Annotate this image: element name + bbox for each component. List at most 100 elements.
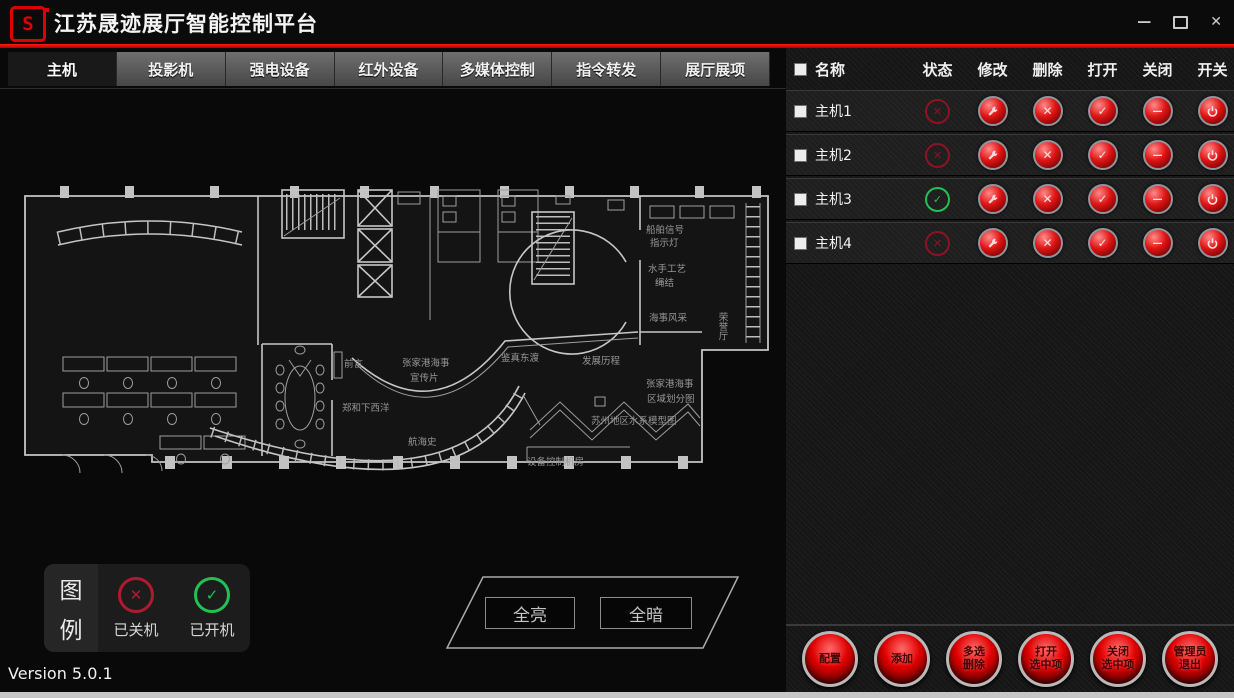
wrench-icon xyxy=(986,105,999,118)
close-icon[interactable]: ✕ xyxy=(1210,15,1222,29)
tab-multimedia-control[interactable]: 多媒体控制 xyxy=(443,52,552,86)
all-bright-button[interactable]: 全亮 xyxy=(485,597,575,629)
tab-bar: 主机 投影机 强电设备 红外设备 多媒体控制 指令转发 展厅展项 xyxy=(8,52,770,86)
close-button[interactable] xyxy=(1143,184,1173,214)
open-button[interactable] xyxy=(1088,184,1118,214)
tab-command-forward[interactable]: 指令转发 xyxy=(552,52,661,86)
device-name: 主机4 xyxy=(815,233,852,253)
maximize-icon[interactable] xyxy=(1173,16,1188,29)
power-icon xyxy=(1206,193,1219,206)
power-button[interactable] xyxy=(1198,140,1228,170)
tab-power-devices[interactable]: 强电设备 xyxy=(226,52,335,86)
legend-title-char2: 例 xyxy=(60,611,83,645)
label-development-history: 发展历程 xyxy=(582,355,621,367)
table-row[interactable]: 主机3 xyxy=(786,178,1234,220)
label-ship-signal: 船舶信号 xyxy=(646,224,684,236)
label-zjg-maritime: 张家港海事 xyxy=(402,357,450,369)
label-zjg-maritime-2: 张家港海事 xyxy=(646,378,694,390)
power-button[interactable] xyxy=(1198,228,1228,258)
label-control-room: 设备控制机房 xyxy=(527,456,584,468)
delete-button[interactable] xyxy=(1033,184,1063,214)
row-checkbox[interactable] xyxy=(794,105,807,118)
title-bar: S 江苏晟迹展厅智能控制平台 — ✕ xyxy=(0,0,1234,44)
action-bar: 配置 添加 多选 删除 打开 选中项 关闭 选中项 管理员 退出 xyxy=(786,624,1234,692)
delete-button[interactable] xyxy=(1033,96,1063,126)
open-button[interactable] xyxy=(1088,96,1118,126)
button-label: 配置 xyxy=(819,653,841,666)
label-zone-map: 区域划分图 xyxy=(647,393,695,405)
power-icon xyxy=(1206,237,1219,250)
app-window: S 江苏晟迹展厅智能控制平台 — ✕ 主机 投影机 强电设备 红外设备 多媒体控… xyxy=(0,0,1234,698)
legend-title: 图 例 xyxy=(44,564,98,652)
delete-button[interactable] xyxy=(1033,228,1063,258)
delete-button[interactable] xyxy=(1033,140,1063,170)
window-controls: — ✕ xyxy=(1137,0,1222,44)
legend: 图 例 已关机 已开机 xyxy=(44,564,250,652)
powered-on-icon xyxy=(194,577,230,613)
label-indicator-light: 指示灯 xyxy=(650,237,679,249)
close-button[interactable] xyxy=(1143,96,1173,126)
status-icon xyxy=(925,143,950,168)
tab-infrared-devices[interactable]: 红外设备 xyxy=(335,52,444,86)
close-button[interactable] xyxy=(1143,228,1173,258)
device-panel: 名称 状态 修改 删除 打开 关闭 开关 主机1 xyxy=(786,48,1234,692)
table-row[interactable]: 主机2 xyxy=(786,134,1234,176)
power-button[interactable] xyxy=(1198,96,1228,126)
status-icon xyxy=(925,187,950,212)
column-delete: 删除 xyxy=(1020,59,1075,80)
status-icon xyxy=(925,99,950,124)
column-power: 开关 xyxy=(1185,59,1234,80)
open-button[interactable] xyxy=(1088,140,1118,170)
multi-delete-button[interactable]: 多选 删除 xyxy=(946,631,1002,687)
label-sailor-craft: 水手工艺 xyxy=(648,263,686,275)
device-name: 主机3 xyxy=(815,189,852,209)
legend-title-char1: 图 xyxy=(60,571,83,605)
all-dark-button[interactable]: 全暗 xyxy=(600,597,692,629)
power-button[interactable] xyxy=(1198,184,1228,214)
table-row[interactable]: 主机1 xyxy=(786,90,1234,132)
column-name: 名称 xyxy=(815,59,845,80)
close-button[interactable] xyxy=(1143,140,1173,170)
open-selected-button[interactable]: 打开 选中项 xyxy=(1018,631,1074,687)
edit-button[interactable] xyxy=(978,96,1008,126)
close-selected-button[interactable]: 关闭 选中项 xyxy=(1090,631,1146,687)
button-label: 选中项 xyxy=(1102,659,1135,672)
window-bottom-border xyxy=(0,692,1234,698)
wrench-icon xyxy=(986,193,999,206)
button-label: 选中项 xyxy=(1030,659,1063,672)
legend-item-off: 已关机 xyxy=(98,577,174,640)
button-label: 删除 xyxy=(963,659,985,672)
table-header: 名称 状态 修改 删除 打开 关闭 开关 xyxy=(786,48,1234,90)
legend-item-on: 已开机 xyxy=(174,577,250,640)
device-name: 主机1 xyxy=(815,101,852,121)
table-row[interactable]: 主机4 xyxy=(786,222,1234,264)
column-status: 状态 xyxy=(910,59,965,80)
power-icon xyxy=(1206,105,1219,118)
button-label: 退出 xyxy=(1179,659,1201,672)
door-arcs xyxy=(62,455,162,473)
tab-host[interactable]: 主机 xyxy=(8,52,117,86)
wrench-icon xyxy=(986,149,999,162)
row-checkbox[interactable] xyxy=(794,149,807,162)
column-edit: 修改 xyxy=(965,59,1020,80)
powered-off-icon xyxy=(118,577,154,613)
minimize-icon[interactable]: — xyxy=(1137,15,1151,29)
row-checkbox[interactable] xyxy=(794,193,807,206)
label-honor-hall: 荣誉厅 xyxy=(717,311,729,340)
edit-button[interactable] xyxy=(978,228,1008,258)
add-button[interactable]: 添加 xyxy=(874,631,930,687)
edit-button[interactable] xyxy=(978,140,1008,170)
admin-logout-button[interactable]: 管理员 退出 xyxy=(1162,631,1218,687)
tab-exhibit-items[interactable]: 展厅展项 xyxy=(661,52,770,86)
label-rope-knots: 绳结 xyxy=(655,277,674,289)
select-all-checkbox[interactable] xyxy=(794,63,807,76)
open-button[interactable] xyxy=(1088,228,1118,258)
tab-projector[interactable]: 投影机 xyxy=(117,52,226,86)
edit-button[interactable] xyxy=(978,184,1008,214)
label-promo-film: 宣传片 xyxy=(410,372,439,384)
device-rows: 主机1 主机2 主机3 xyxy=(786,90,1234,264)
label-foreword: 前言 xyxy=(344,358,364,370)
row-checkbox[interactable] xyxy=(794,237,807,250)
status-icon xyxy=(925,231,950,256)
configure-button[interactable]: 配置 xyxy=(802,631,858,687)
